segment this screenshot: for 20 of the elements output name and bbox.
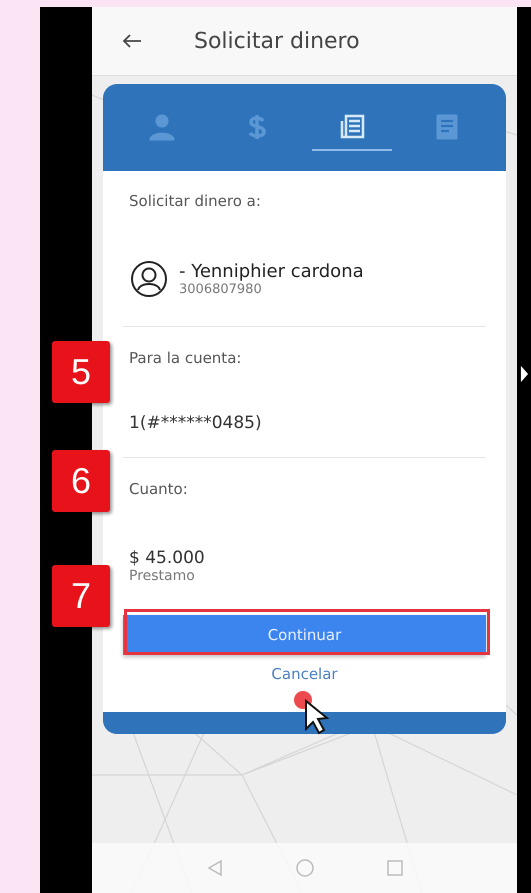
recents-nav-icon[interactable] — [384, 858, 404, 878]
step-number: 5 — [52, 341, 110, 403]
pointer-icon — [520, 364, 529, 384]
screen-title: Solicitar dinero — [194, 28, 360, 54]
step-number: 6 — [52, 450, 110, 512]
home-nav-icon[interactable] — [294, 858, 314, 878]
field-label: Solicitar dinero a: — [128, 191, 262, 212]
contact-phone: 3006807980 — [179, 282, 263, 296]
field-label: Cuanto: — [128, 479, 189, 500]
step-number: 7 — [52, 565, 110, 627]
contact-name: - Yenniphier cardona — [179, 260, 364, 282]
cancel-link[interactable]: Cancelar — [271, 665, 338, 685]
continue-button[interactable]: Continuar — [123, 615, 486, 655]
user-avatar-icon — [129, 258, 169, 298]
amount-type: Prestamo — [128, 568, 196, 586]
account-value: 1(#******0485) — [123, 389, 486, 458]
field-label: Para la cuenta: — [128, 348, 242, 369]
back-arrow-icon[interactable] — [122, 33, 142, 49]
person-icon — [147, 112, 178, 142]
amount-value: $ 45.000 — [128, 547, 206, 568]
